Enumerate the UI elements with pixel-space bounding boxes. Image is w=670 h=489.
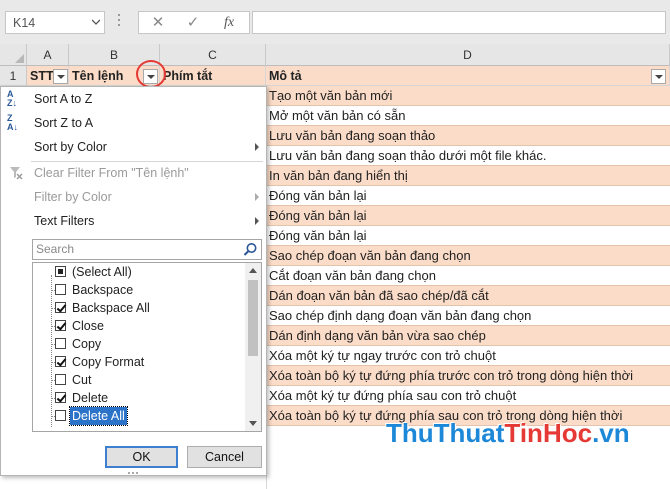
row-header-1[interactable]: 1 [0, 66, 27, 86]
submenu-arrow-icon [255, 193, 259, 201]
text-filters-item[interactable]: Text Filters [1, 209, 266, 233]
submenu-arrow-icon [255, 217, 259, 225]
filter-item-label: Cut [72, 373, 92, 387]
text-filters-label: Text Filters [34, 214, 95, 228]
checkbox[interactable] [55, 284, 66, 295]
submenu-arrow-icon [255, 143, 259, 151]
filter-button-mo-ta[interactable] [651, 69, 666, 84]
highlight-circle [136, 60, 166, 88]
chevron-down-icon [92, 19, 100, 25]
table-row[interactable]: Xóa toàn bộ ký tự đứng phía trước con tr… [266, 366, 670, 386]
watermark-logo: ThuThuatTinHoc.vn [386, 418, 630, 449]
filter-list-item[interactable]: (Select All) [33, 263, 243, 281]
search-placeholder: Search [36, 242, 75, 256]
filter-list-item[interactable]: Close [33, 317, 243, 335]
checkbox[interactable] [55, 374, 66, 385]
filter-item-label: Delete [72, 391, 109, 405]
header-cell-mo-ta[interactable]: Mô tả [266, 66, 670, 86]
name-box-value: K14 [13, 16, 36, 30]
enter-icon[interactable]: ✓ [184, 15, 202, 31]
cancel-icon[interactable]: ✕ [149, 15, 167, 31]
checkbox[interactable] [55, 392, 66, 403]
filter-search-input[interactable]: Search [32, 239, 262, 260]
select-all-corner[interactable] [0, 44, 27, 66]
filter-list-item[interactable]: Backspace [33, 281, 243, 299]
table-row[interactable]: Sao chép đoạn văn bản đang chọn [266, 246, 670, 266]
filter-by-color-label: Filter by Color [34, 190, 112, 204]
filter-list-item[interactable]: Delete [33, 389, 243, 407]
sort-a-to-z-item[interactable]: A Z↓ Sort A to Z [1, 87, 266, 111]
scroll-down-icon[interactable] [249, 421, 257, 426]
filter-list-item[interactable]: Delete All [33, 406, 243, 426]
sort-a-to-z-label: Sort A to Z [34, 92, 93, 106]
table-row[interactable]: Tạo một văn bản mới [266, 86, 670, 106]
list-scrollbar[interactable] [245, 263, 261, 431]
filter-list-item[interactable]: Cut [33, 371, 243, 389]
checkbox[interactable] [55, 338, 66, 349]
checkbox[interactable] [55, 320, 66, 331]
filter-item-label: Backspace All [72, 301, 150, 315]
column-header-c[interactable]: C [160, 44, 266, 66]
filter-list-item[interactable]: Backspace All [33, 299, 243, 317]
ok-button[interactable]: OK [105, 446, 178, 468]
filter-item-label: (Select All) [72, 265, 132, 279]
table-row[interactable]: Dán đoạn văn bản đã sao chép/đã cắt [266, 286, 670, 306]
checkbox[interactable] [55, 356, 66, 367]
checkbox[interactable] [55, 302, 66, 313]
scroll-thumb[interactable] [248, 280, 258, 356]
table-row[interactable]: Dán định dạng văn bản vừa sao chép [266, 326, 670, 346]
table-row[interactable]: Cắt đoạn văn bản đang chọn [266, 266, 670, 286]
table-row[interactable]: Lưu văn bản đang soạn thảo dưới một file… [266, 146, 670, 166]
clear-filter-icon [10, 167, 23, 180]
formula-buttons: ✕ ✓ fx [138, 11, 250, 34]
table-row[interactable]: Xóa một ký tự đứng phía sau con trỏ chuộ… [266, 386, 670, 406]
filter-button-stt[interactable] [53, 69, 68, 84]
checkbox[interactable] [55, 410, 66, 421]
scroll-up-icon[interactable] [249, 268, 257, 273]
insert-function-icon[interactable]: fx [220, 15, 238, 31]
clear-filter-label: Clear Filter From "Tên lệnh" [34, 166, 189, 180]
filter-list-item[interactable]: Copy Format [33, 353, 243, 371]
watermark-part2: TinHoc [504, 418, 593, 448]
cancel-button[interactable]: Cancel [187, 446, 262, 468]
filter-item-label: Copy Format [72, 355, 145, 369]
table-row[interactable]: Đóng văn bản lại [266, 226, 670, 246]
sort-ascending-icon: A Z↓ [7, 89, 17, 108]
filter-list-item[interactable]: Copy [33, 335, 243, 353]
table-row[interactable]: Mở một văn bản có sẵn [266, 106, 670, 126]
table-row[interactable]: Xóa một ký tự ngay trước con trỏ chuột [266, 346, 670, 366]
filter-item-label: Close [72, 319, 104, 333]
watermark-part3: .vn [592, 418, 630, 448]
name-box[interactable]: K14 [5, 11, 105, 34]
clear-filter-item[interactable]: Clear Filter From "Tên lệnh" [1, 161, 266, 185]
formula-input[interactable] [252, 11, 666, 34]
table-row[interactable]: In văn bản đang hiển thị [266, 166, 670, 186]
header-cell-phim-tat[interactable]: Phím tắt [160, 66, 266, 86]
filter-by-color-item[interactable]: Filter by Color [1, 185, 266, 209]
formula-bar: K14 ✕ ✓ fx [0, 0, 670, 44]
table-row[interactable]: Sao chép định dạng đoạn văn bản đang chọ… [266, 306, 670, 326]
resize-handle[interactable] [118, 14, 121, 32]
filter-item-label: Delete All [69, 406, 128, 426]
checkbox[interactable] [55, 266, 66, 277]
table-row[interactable]: Đóng văn bản lại [266, 186, 670, 206]
table-row[interactable]: Đóng văn bản lại [266, 206, 670, 226]
filter-item-label: Copy [72, 337, 102, 351]
sort-z-to-a-label: Sort Z to A [34, 116, 94, 130]
column-header-a[interactable]: A [27, 44, 69, 66]
sort-descending-icon: Z A↓ [7, 113, 18, 132]
watermark-part1: ThuThuat [386, 418, 505, 448]
filter-item-label: Backspace [72, 283, 134, 297]
autofilter-dropdown: A Z↓ Sort A to Z Z A↓ Sort Z to A Sort by … [0, 86, 267, 476]
sort-by-color-label: Sort by Color [34, 140, 107, 154]
sort-z-to-a-item[interactable]: Z A↓ Sort Z to A [1, 111, 266, 135]
resize-grip[interactable] [128, 472, 140, 475]
sort-by-color-item[interactable]: Sort by Color [1, 135, 266, 159]
filter-value-list: (Select All) Backspace Backspace All Close C… [32, 262, 262, 432]
table-row[interactable]: Lưu văn bản đang soạn thảo [266, 126, 670, 146]
column-header-d[interactable]: D [266, 44, 670, 66]
search-icon [243, 243, 257, 256]
